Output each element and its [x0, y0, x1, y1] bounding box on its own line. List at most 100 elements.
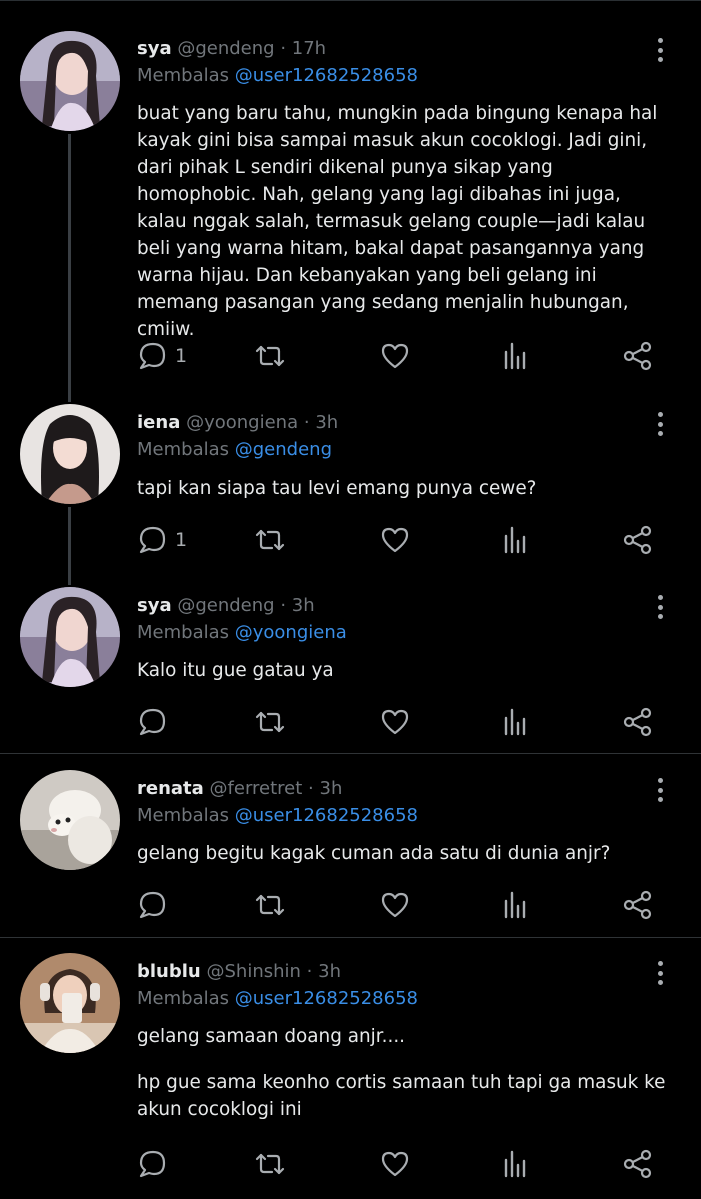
avatar[interactable]	[20, 31, 120, 131]
tweet-paragraph: gelang begitu kagak cuman ada satu di du…	[137, 843, 611, 864]
reply-button[interactable]	[137, 707, 167, 737]
avatar[interactable]	[20, 587, 120, 687]
views-button[interactable]	[501, 890, 531, 920]
avatar-photo	[20, 404, 120, 504]
retweet-button[interactable]	[255, 890, 285, 920]
user-handle[interactable]: @gendeng	[177, 38, 274, 59]
speech-bubble-icon	[139, 708, 166, 736]
tweet-actions: 1	[137, 341, 667, 371]
retweet-button[interactable]	[255, 525, 285, 555]
share-button[interactable]	[623, 890, 653, 920]
share-nodes-icon	[623, 525, 652, 555]
share-button[interactable]	[623, 1149, 653, 1179]
tweet-paragraph: gelang samaan doang anjr....	[137, 1026, 406, 1047]
heart-outline-icon	[381, 892, 409, 918]
separator-dot: ·	[280, 595, 287, 616]
speech-bubble-icon	[139, 1150, 166, 1178]
share-button[interactable]	[623, 341, 653, 371]
tweet-divider	[0, 753, 701, 754]
replying-to-label: Membalas	[137, 622, 230, 643]
more-options-icon[interactable]	[648, 775, 672, 805]
reply-button[interactable]	[137, 1149, 167, 1179]
share-button[interactable]	[623, 707, 653, 737]
timestamp[interactable]: 17h	[292, 38, 326, 59]
reply-button[interactable]: 1	[137, 525, 187, 555]
avatar-photo	[20, 953, 120, 1053]
heart-outline-icon	[381, 527, 409, 553]
tweet-header: sya @gendeng · 17h	[137, 37, 326, 61]
heart-outline-icon	[381, 1151, 409, 1177]
bar-chart-icon	[504, 708, 526, 736]
mention-link[interactable]: @gendeng	[235, 439, 332, 460]
replying-to: Membalas @gendeng	[137, 438, 332, 462]
tweet-header: blublu @Shinshin · 3h	[137, 960, 341, 984]
replying-to: Membalas @user12682528658	[137, 64, 418, 88]
tweet-header: iena @yoongiena · 3h	[137, 411, 338, 435]
user-handle[interactable]: @ferretret	[210, 778, 303, 799]
tweet-paragraph: buat yang baru tahu, mungkin pada bingun…	[137, 103, 658, 340]
separator-dot: ·	[303, 412, 310, 433]
timestamp[interactable]: 3h	[315, 412, 338, 433]
display-name[interactable]: renata	[137, 778, 204, 799]
heart-outline-icon	[381, 709, 409, 735]
share-button[interactable]	[623, 525, 653, 555]
tweet-text: buat yang baru tahu, mungkin pada bingun…	[137, 100, 667, 343]
timestamp[interactable]: 3h	[320, 778, 343, 799]
more-options-icon[interactable]	[648, 35, 672, 65]
user-handle[interactable]: @yoongiena	[186, 412, 298, 433]
avatar[interactable]	[20, 770, 120, 870]
separator-dot: ·	[280, 38, 287, 59]
tweet-actions	[137, 1149, 667, 1179]
avatar[interactable]	[20, 953, 120, 1053]
replying-to-label: Membalas	[137, 439, 230, 460]
user-handle[interactable]: @Shinshin	[206, 961, 300, 982]
retweet-button[interactable]	[255, 341, 285, 371]
tweet-actions	[137, 890, 667, 920]
more-options-icon[interactable]	[648, 592, 672, 622]
views-button[interactable]	[501, 525, 531, 555]
share-nodes-icon	[623, 707, 652, 737]
like-button[interactable]	[380, 1149, 410, 1179]
like-button[interactable]	[380, 890, 410, 920]
views-button[interactable]	[501, 707, 531, 737]
tweet-text: tapi kan siapa tau levi emang punya cewe…	[137, 475, 667, 502]
retweet-arrows-icon	[255, 529, 285, 551]
share-nodes-icon	[623, 890, 652, 920]
retweet-button[interactable]	[255, 707, 285, 737]
tweet-header: sya @gendeng · 3h	[137, 594, 315, 618]
speech-bubble-icon	[139, 526, 166, 554]
display-name[interactable]: sya	[137, 595, 172, 616]
share-nodes-icon	[623, 1149, 652, 1179]
views-button[interactable]	[501, 341, 531, 371]
mention-link[interactable]: @user12682528658	[235, 988, 418, 1009]
reply-button[interactable]	[137, 890, 167, 920]
like-button[interactable]	[380, 525, 410, 555]
bar-chart-icon	[504, 526, 526, 554]
reply-button[interactable]: 1	[137, 341, 187, 371]
like-button[interactable]	[380, 707, 410, 737]
speech-bubble-icon	[139, 891, 166, 919]
like-button[interactable]	[380, 341, 410, 371]
more-options-icon[interactable]	[648, 958, 672, 988]
thread-connector-line	[68, 134, 71, 402]
views-button[interactable]	[501, 1149, 531, 1179]
timestamp[interactable]: 3h	[292, 595, 315, 616]
display-name[interactable]: sya	[137, 38, 172, 59]
replying-to: Membalas @user12682528658	[137, 987, 418, 1011]
mention-link[interactable]: @yoongiena	[235, 622, 347, 643]
tweet-paragraph: Kalo itu gue gatau ya	[137, 660, 334, 681]
user-handle[interactable]: @gendeng	[177, 595, 274, 616]
avatar[interactable]	[20, 404, 120, 504]
share-nodes-icon	[623, 341, 652, 371]
display-name[interactable]: iena	[137, 412, 180, 433]
tweet-header: renata @ferretret · 3h	[137, 777, 342, 801]
more-options-icon[interactable]	[648, 409, 672, 439]
mention-link[interactable]: @user12682528658	[235, 805, 418, 826]
avatar-photo	[20, 31, 120, 131]
mention-link[interactable]: @user12682528658	[235, 65, 418, 86]
timestamp[interactable]: 3h	[318, 961, 341, 982]
retweet-button[interactable]	[255, 1149, 285, 1179]
display-name[interactable]: blublu	[137, 961, 201, 982]
bar-chart-icon	[504, 342, 526, 370]
retweet-arrows-icon	[255, 894, 285, 916]
